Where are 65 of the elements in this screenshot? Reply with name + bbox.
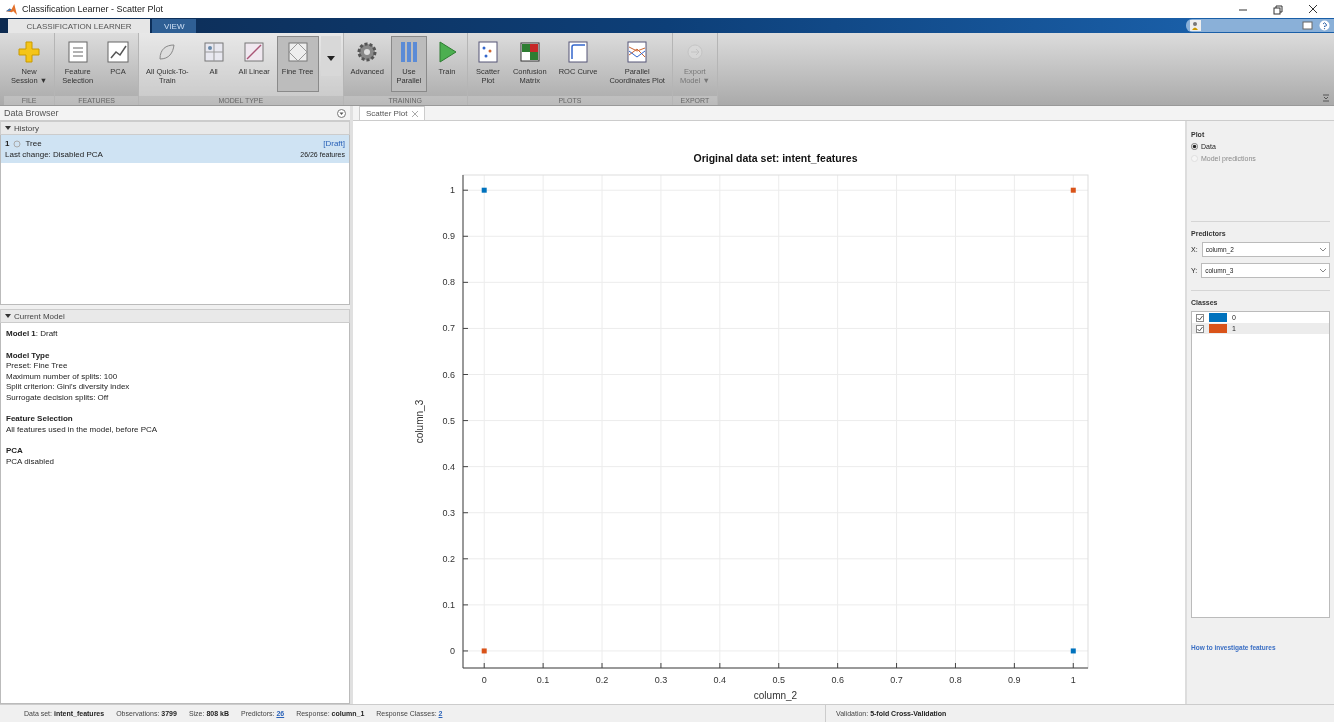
section-heading: PCA bbox=[6, 446, 24, 457]
model-detail: Maximum number of splits: 100 bbox=[6, 371, 119, 382]
tick-label: 0 bbox=[481, 675, 487, 685]
user-icon[interactable] bbox=[1190, 20, 1201, 31]
tick-label: 1 bbox=[1070, 675, 1076, 685]
chevron-down-icon[interactable] bbox=[1320, 247, 1326, 252]
tick-label: 0.8 bbox=[949, 675, 962, 685]
checkbox[interactable] bbox=[1196, 313, 1204, 322]
tick-label: 0.4 bbox=[713, 675, 727, 685]
tick-label: 1 bbox=[450, 185, 455, 196]
help-icon[interactable] bbox=[1319, 20, 1330, 31]
plus-icon bbox=[16, 39, 43, 65]
model-number: 1 bbox=[5, 138, 10, 149]
tick-label: 0.8 bbox=[442, 277, 455, 288]
tick-label: 0.6 bbox=[831, 675, 844, 685]
section-heading: Model Type bbox=[6, 350, 51, 361]
checkbox[interactable] bbox=[1196, 324, 1204, 333]
model-detail: Preset: Fine Tree bbox=[6, 361, 69, 372]
window-icon[interactable] bbox=[1302, 20, 1313, 31]
model-detail: Surrogate decision splits: Off bbox=[6, 392, 110, 403]
section-heading: Feature Selection bbox=[6, 414, 74, 425]
collapse-triangle-icon bbox=[5, 313, 11, 319]
collapse-triangle-icon bbox=[5, 125, 11, 131]
panel-title: Data Browser bbox=[4, 108, 60, 118]
close-icon[interactable] bbox=[1306, 3, 1320, 15]
tick-label: 0.1 bbox=[536, 675, 550, 685]
circle-icon bbox=[13, 139, 22, 148]
model-status: [Draft] bbox=[323, 138, 345, 149]
tick-label: 0 bbox=[450, 645, 455, 656]
collapse-icon[interactable] bbox=[1322, 94, 1330, 102]
tick-label: 0.3 bbox=[442, 507, 455, 518]
caret-icon[interactable] bbox=[326, 56, 335, 62]
model-name: Tree bbox=[25, 138, 42, 149]
radio-circle-icon[interactable] bbox=[1191, 143, 1198, 150]
axis-title: column_2 bbox=[753, 690, 798, 701]
tick-label: 0.7 bbox=[442, 323, 455, 334]
model-detail: All features used in the model, before PCA bbox=[6, 424, 159, 435]
ribbon-tab[interactable]: VIEW bbox=[152, 19, 197, 33]
tick-label: 0.2 bbox=[595, 675, 609, 685]
chart-title: Original data set: intent_features bbox=[693, 152, 858, 164]
line-chart-icon bbox=[105, 39, 132, 65]
axis-title: column_3 bbox=[414, 399, 425, 444]
model-detail: PCA disabled bbox=[6, 456, 56, 467]
panel-menu-icon[interactable] bbox=[337, 108, 346, 118]
window-title: Classification Learner - Scatter Plot bbox=[22, 4, 164, 14]
tick-label: 0.2 bbox=[442, 553, 455, 564]
section-header[interactable]: History bbox=[0, 121, 350, 135]
logo-icon bbox=[6, 3, 17, 15]
last-change-text: Last change: Disabled PCA bbox=[5, 149, 103, 160]
ribbon-tab[interactable]: CLASSIFICATION LEARNER bbox=[8, 19, 150, 33]
tick-label: 0.6 bbox=[442, 369, 455, 380]
document-tab[interactable]: Scatter Plot bbox=[359, 106, 426, 120]
model-heading: Model 1: Draft bbox=[6, 329, 59, 340]
tick-label: 0.5 bbox=[772, 675, 785, 685]
section-header[interactable]: Current Model bbox=[0, 309, 350, 323]
restore-icon[interactable] bbox=[1271, 3, 1285, 15]
chevron-down-icon[interactable] bbox=[1320, 268, 1326, 273]
tick-label: 0.3 bbox=[654, 675, 668, 685]
model-detail: Split criterion: Gini's diversity index bbox=[6, 382, 131, 393]
tick-label: 0.4 bbox=[442, 461, 455, 472]
tick-label: 0.1 bbox=[442, 599, 455, 610]
tick-label: 0.9 bbox=[442, 231, 455, 242]
tick-label: 0.9 bbox=[1008, 675, 1021, 685]
tick-label: 0.7 bbox=[890, 675, 903, 685]
tick-label: 0.5 bbox=[442, 415, 455, 426]
